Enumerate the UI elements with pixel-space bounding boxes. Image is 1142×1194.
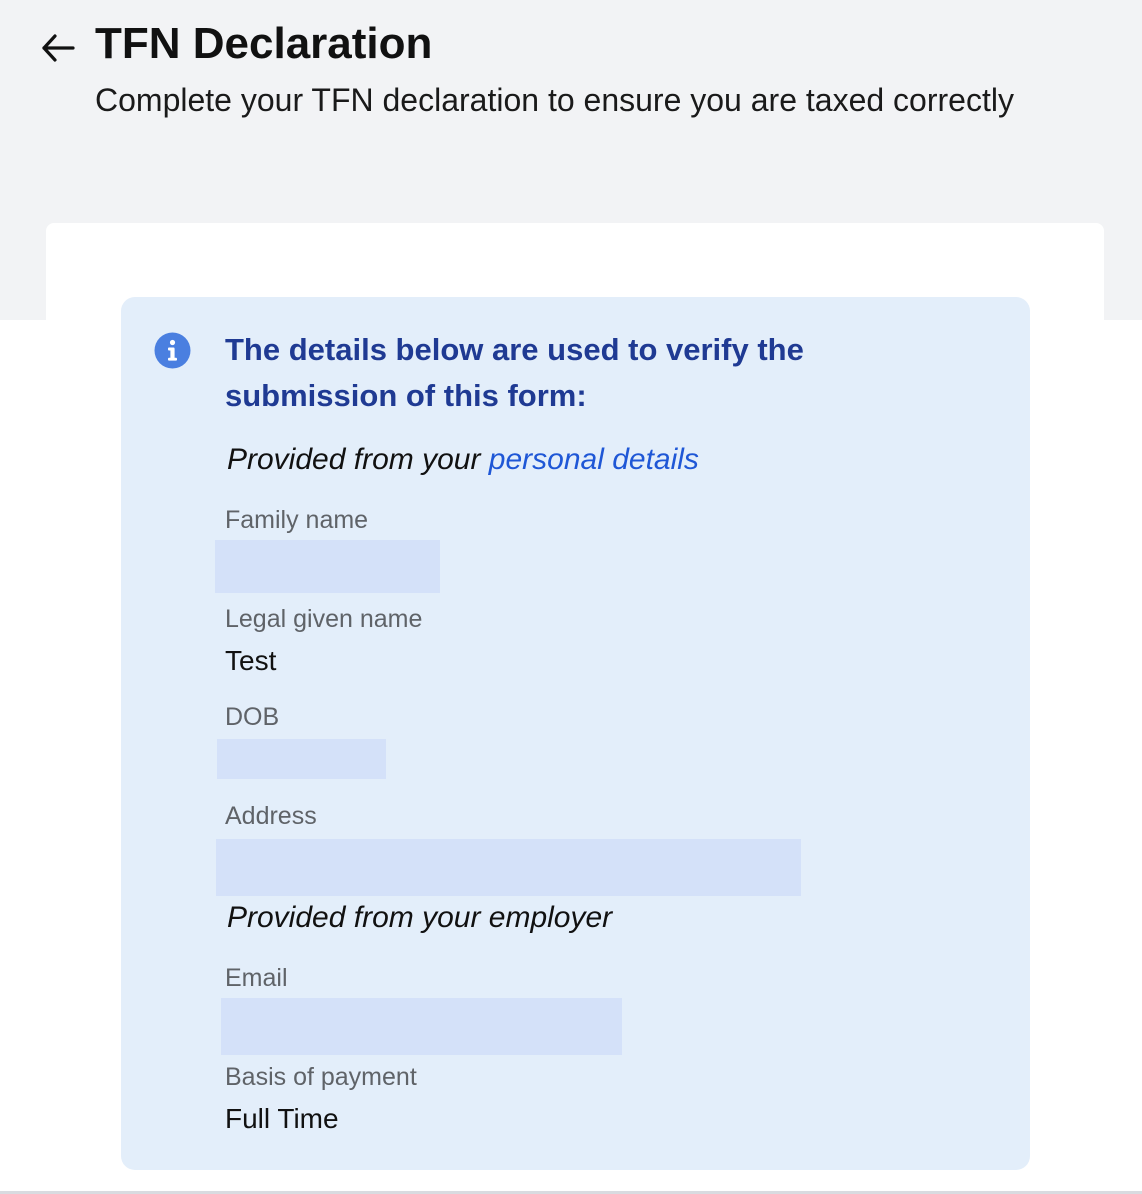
dob-label: DOB	[225, 703, 280, 731]
basis-of-payment-value: Full Time	[225, 1103, 339, 1134]
personal-caption-text: Provided from your	[227, 443, 481, 476]
employer-caption: Provided from your employer	[227, 901, 613, 934]
legal-given-name-label: Legal given name	[225, 605, 423, 633]
page-subtitle: Complete your TFN declaration to ensure …	[95, 82, 1014, 118]
legal-given-name-value: Test	[225, 645, 277, 676]
info-circle-icon	[154, 332, 191, 369]
personal-details-caption: Provided from your personal details	[227, 440, 699, 480]
page-title: TFN Declaration	[95, 19, 433, 68]
back-button[interactable]	[36, 28, 80, 68]
dob-value-redacted	[217, 739, 386, 779]
email-label: Email	[225, 964, 288, 992]
arrow-left-icon	[42, 34, 75, 62]
family-name-label: Family name	[225, 506, 369, 534]
basis-of-payment-label: Basis of payment	[225, 1063, 417, 1091]
address-value-redacted	[216, 839, 801, 896]
family-name-value-redacted	[215, 540, 440, 593]
verification-heading: The details below are used to verify the…	[225, 332, 804, 413]
email-value-redacted	[221, 998, 622, 1055]
personal-details-link[interactable]: personal details	[489, 443, 699, 476]
address-label: Address	[225, 802, 317, 830]
